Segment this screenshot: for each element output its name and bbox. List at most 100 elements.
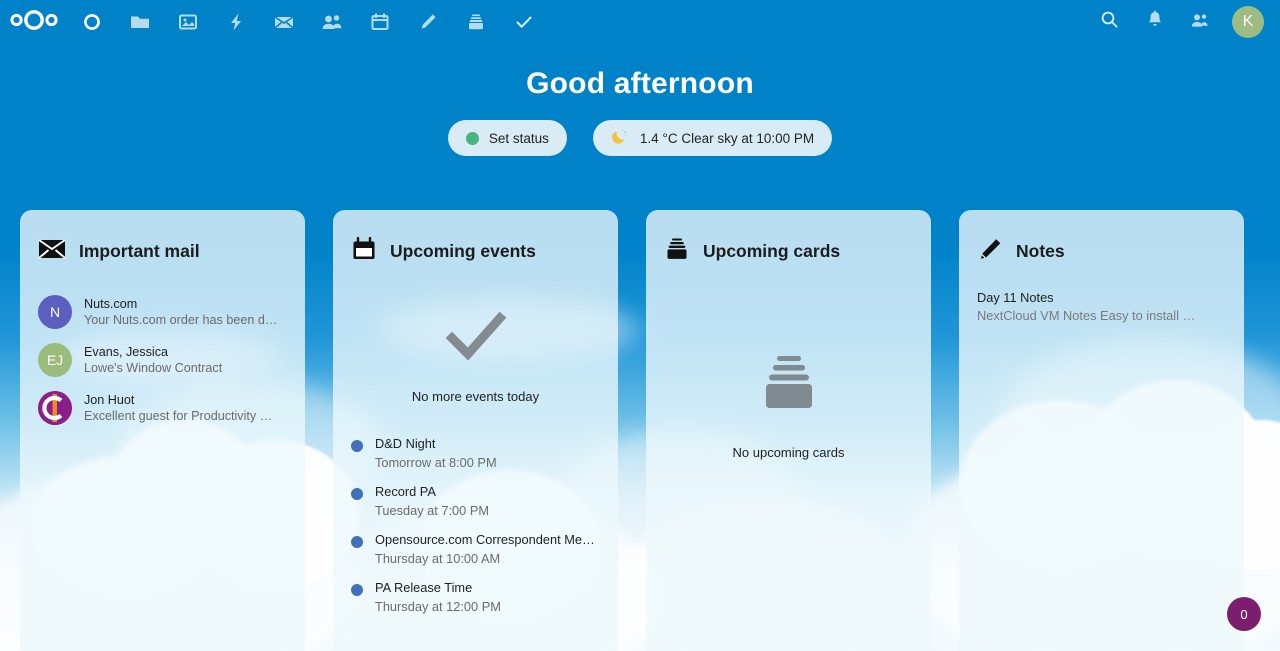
contacts-menu-button[interactable]: [1177, 0, 1222, 44]
list-item[interactable]: EJ Evans, Jessica Lowe's Window Contract: [38, 338, 287, 382]
nav-item-activity[interactable]: [212, 0, 260, 44]
lightning-icon: [227, 12, 245, 32]
greeting-section: Good afternoon Set status 1.4 °C Clear s…: [0, 44, 1280, 156]
event-time: Thursday at 10:00 AM: [375, 551, 501, 566]
nav-item-dashboard[interactable]: [68, 0, 116, 44]
status-dot-icon: [465, 131, 479, 145]
event-text: Record PA Tuesday at 7:00 PM: [375, 484, 489, 518]
events-list: D&D Night Tomorrow at 8:00 PM Record PA …: [351, 436, 600, 614]
nav-item-notes[interactable]: [404, 0, 452, 44]
avatar-initial: K: [1242, 13, 1254, 30]
nav-left-group: [0, 0, 548, 44]
photos-icon: [178, 12, 198, 32]
mail-sender: Nuts.com: [84, 297, 138, 311]
panel-title: Important mail: [79, 240, 200, 261]
list-item[interactable]: Record PA Tuesday at 7:00 PM: [351, 484, 600, 518]
mail-subject: Excellent guest for Productivity …: [84, 409, 273, 423]
list-item[interactable]: D&D Night Tomorrow at 8:00 PM: [351, 436, 600, 470]
deck-cards-icon: [758, 352, 820, 419]
list-item[interactable]: Day 11 Notes NextCloud VM Notes Easy to …: [977, 290, 1226, 323]
panel-header: Upcoming cards: [664, 236, 913, 266]
pencil-icon: [977, 237, 1003, 266]
avatar-initials: EJ: [46, 352, 64, 368]
top-navigation-bar: K: [0, 0, 1280, 44]
nav-item-photos[interactable]: [164, 0, 212, 44]
bell-icon: [1146, 10, 1164, 34]
nav-right-group: K: [1087, 0, 1280, 44]
weather-status-button[interactable]: 1.4 °C Clear sky at 10:00 PM: [592, 120, 833, 156]
event-time: Thursday at 12:00 PM: [375, 599, 501, 614]
event-time: Tomorrow at 8:00 PM: [375, 455, 497, 470]
event-title: PA Release Time: [375, 580, 473, 595]
unread-counter-bubble[interactable]: 0: [1227, 597, 1261, 631]
contacts-icon: [321, 12, 343, 32]
avatar: N: [38, 295, 72, 329]
event-title: D&D Night: [375, 436, 436, 451]
set-status-button[interactable]: Set status: [447, 120, 567, 156]
mail-sender: Evans, Jessica: [84, 345, 168, 359]
list-item[interactable]: N Nuts.com Your Nuts.com order has been …: [38, 290, 287, 334]
nav-item-calendar[interactable]: [356, 0, 404, 44]
notifications-button[interactable]: [1132, 0, 1177, 44]
set-status-label: Set status: [488, 130, 549, 146]
mail-text: Evans, Jessica Lowe's Window Contract: [84, 345, 222, 375]
nav-item-mail[interactable]: [260, 0, 308, 44]
event-text: Opensource.com Correspondent Me… Thursda…: [375, 532, 595, 566]
envelope-icon: [38, 238, 66, 265]
notes-list: Day 11 Notes NextCloud VM Notes Easy to …: [977, 290, 1226, 323]
events-empty-state: No more events today: [351, 290, 600, 404]
panel-title: Upcoming cards: [703, 240, 841, 261]
avatar: EJ: [38, 343, 72, 377]
panel-header: Upcoming events: [351, 236, 600, 266]
calendar-icon: [351, 236, 377, 266]
nextcloud-logo: [8, 9, 60, 36]
mail-subject: Your Nuts.com order has been d…: [84, 313, 278, 327]
circle-icon: [82, 12, 102, 32]
avatar: [38, 391, 72, 425]
panel-header: Notes: [977, 236, 1226, 266]
mail-text: Jon Huot Excellent guest for Productivit…: [84, 393, 272, 423]
cards-empty-text: No upcoming cards: [732, 445, 845, 460]
event-color-dot: [351, 584, 363, 596]
greeting-title: Good afternoon: [526, 67, 754, 100]
envelope-icon: [273, 12, 295, 32]
list-item[interactable]: Opensource.com Correspondent Me… Thursda…: [351, 532, 600, 566]
checkmark-icon: [444, 311, 508, 367]
mail-subject: Lowe's Window Contract: [84, 361, 223, 375]
folder-icon: [129, 12, 151, 32]
note-title: Day 11 Notes: [977, 290, 1054, 305]
event-text: D&D Night Tomorrow at 8:00 PM: [375, 436, 497, 470]
event-title: Opensource.com Correspondent Me…: [375, 532, 595, 547]
nav-item-contacts[interactable]: [308, 0, 356, 44]
event-time: Tuesday at 7:00 PM: [375, 503, 490, 518]
event-color-dot: [351, 536, 363, 548]
event-title: Record PA: [375, 484, 436, 499]
nextcloud-logo-button[interactable]: [0, 0, 68, 44]
panel-upcoming-cards: Upcoming cards No upcoming cards: [646, 210, 931, 651]
search-icon: [1100, 10, 1119, 34]
check-icon: [514, 12, 534, 32]
search-button[interactable]: [1087, 0, 1132, 44]
event-color-dot: [351, 488, 363, 500]
panel-header: Important mail: [38, 236, 287, 266]
nav-item-files[interactable]: [116, 0, 164, 44]
list-item[interactable]: PA Release Time Thursday at 12:00 PM: [351, 580, 600, 614]
company-logo-icon: [38, 391, 72, 425]
dashboard-panels: Important mail N Nuts.com Your Nuts.com …: [20, 210, 1260, 651]
deck-cards-icon: [466, 12, 486, 32]
list-item[interactable]: Jon Huot Excellent guest for Productivit…: [38, 386, 287, 430]
panel-notes: Notes Day 11 Notes NextCloud VM Notes Ea…: [959, 210, 1244, 651]
events-empty-text: No more events today: [411, 389, 540, 404]
event-text: PA Release Time Thursday at 12:00 PM: [375, 580, 501, 614]
mail-sender: Jon Huot: [84, 393, 135, 407]
nav-item-tasks[interactable]: [500, 0, 548, 44]
user-avatar-button[interactable]: K: [1232, 6, 1264, 38]
events-body: No more events today D&D Night Tomorrow …: [351, 290, 600, 614]
mail-text: Nuts.com Your Nuts.com order has been d…: [84, 297, 277, 327]
calendar-icon: [370, 12, 390, 32]
counter-value: 0: [1240, 606, 1248, 622]
panel-title: Upcoming events: [390, 240, 536, 261]
greeting-pill-row: Set status 1.4 °C Clear sky at 10:00 PM: [0, 120, 1280, 156]
nav-item-deck[interactable]: [452, 0, 500, 44]
avatar-initials: N: [49, 304, 61, 320]
